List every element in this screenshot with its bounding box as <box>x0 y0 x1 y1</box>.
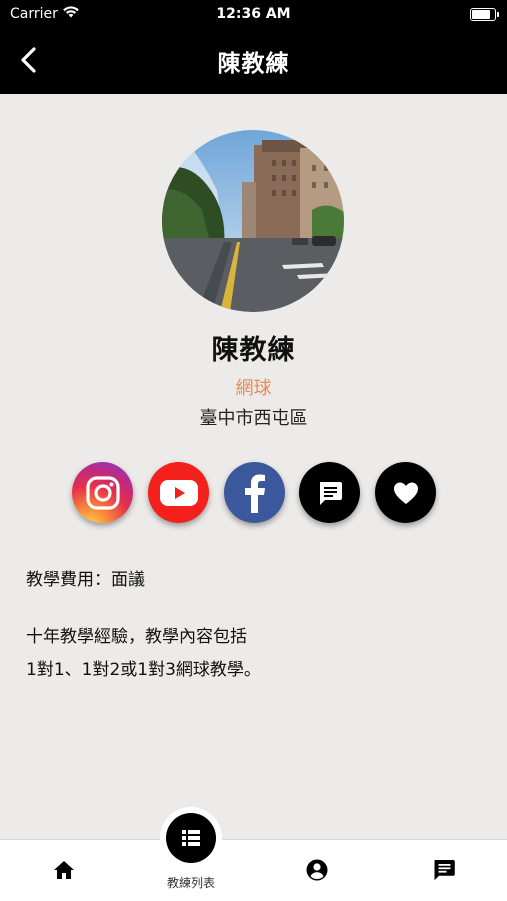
tab-coach-list-label: 教練列表 <box>166 876 215 890</box>
favorite-button[interactable] <box>375 462 436 523</box>
list-icon <box>182 830 200 846</box>
status-bar: Carrier 12:36 AM <box>0 0 507 28</box>
message-button[interactable] <box>299 462 360 523</box>
instagram-button[interactable] <box>72 462 133 523</box>
avatar-street-photo <box>162 130 344 312</box>
tab-coach-list[interactable] <box>166 813 216 863</box>
status-time: 12:36 AM <box>216 6 291 22</box>
youtube-button[interactable] <box>148 462 209 523</box>
heart-icon <box>393 482 418 504</box>
tab-chat[interactable] <box>432 858 456 882</box>
fee-text: 教學費用：面議 <box>26 570 145 590</box>
header-bar: Carrier 12:36 AM 陳教練 <box>0 0 507 94</box>
facebook-button[interactable] <box>224 462 285 523</box>
description-line-1: 十年教學經驗，教學內容包括 <box>26 627 247 647</box>
avatar <box>162 130 344 312</box>
message-icon <box>319 481 342 505</box>
description-line-2: 1對1、1對2或1對3網球教學。 <box>26 660 261 680</box>
chat-icon <box>434 860 455 881</box>
coach-location: 臺中市西屯區 <box>199 408 308 429</box>
coach-sport: 網球 <box>235 378 272 399</box>
battery-icon <box>470 8 499 21</box>
page-title: 陳教練 <box>217 51 290 77</box>
tab-bar <box>0 839 507 901</box>
youtube-icon <box>159 479 198 506</box>
facebook-icon <box>244 474 265 513</box>
coach-name: 陳教練 <box>211 335 296 366</box>
instagram-icon <box>85 475 120 510</box>
